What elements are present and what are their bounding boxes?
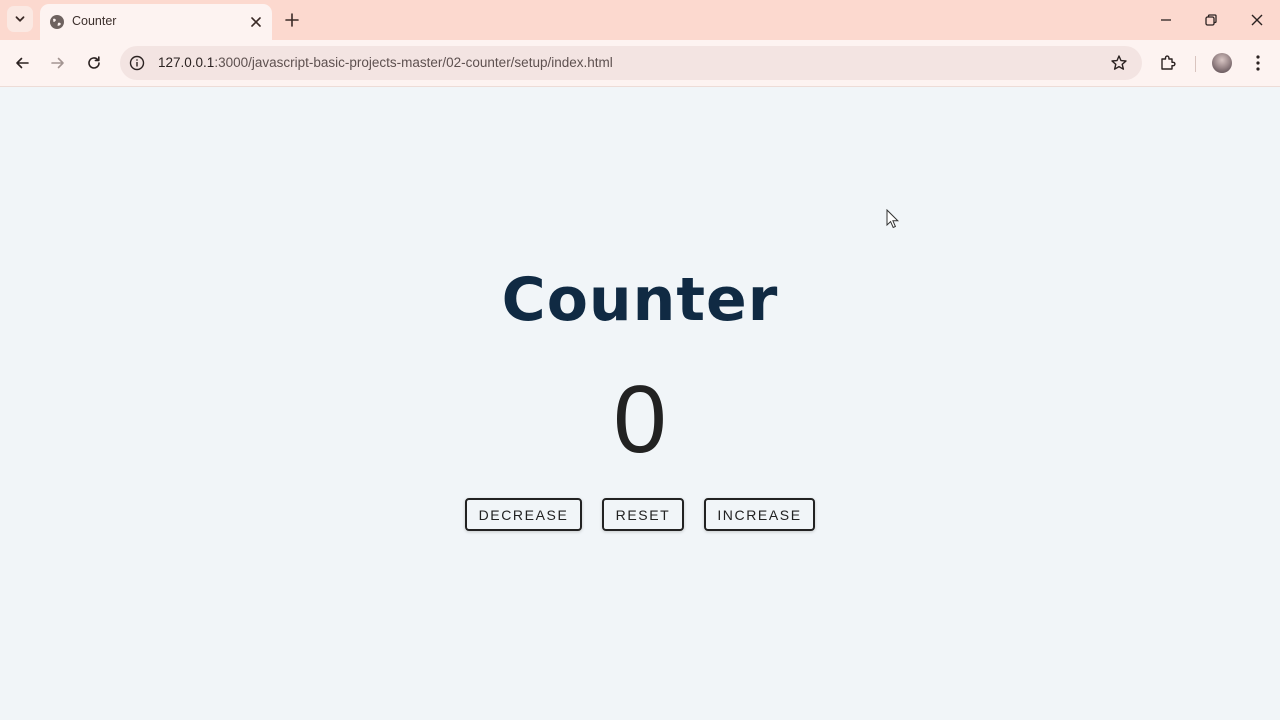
tab-title: Counter [72, 14, 117, 28]
tab-bar: Counter [0, 0, 1280, 40]
forward-button[interactable] [47, 52, 69, 74]
decrease-button[interactable]: decrease [465, 498, 582, 531]
mouse-cursor-icon [886, 209, 900, 229]
puzzle-icon[interactable] [1158, 53, 1178, 73]
button-container: decrease reset increase [0, 498, 1280, 531]
globe-icon [50, 15, 64, 29]
minimize-button[interactable] [1154, 8, 1178, 32]
restore-icon [1205, 14, 1217, 26]
avatar[interactable] [1212, 53, 1232, 73]
kebab-menu-icon[interactable] [1250, 53, 1266, 73]
reload-icon [88, 56, 100, 69]
counter-value: 0 [613, 366, 667, 473]
close-icon[interactable] [248, 14, 264, 30]
tab-search-button[interactable] [7, 6, 33, 32]
chevron-down-icon [15, 16, 25, 22]
increase-button[interactable]: increase [704, 498, 815, 531]
star-icon[interactable] [1110, 54, 1128, 72]
url-text[interactable]: 127.0.0.1:3000/javascript-basic-projects… [158, 55, 613, 70]
restore-button[interactable] [1199, 8, 1223, 32]
close-window-button[interactable] [1245, 8, 1269, 32]
reset-button[interactable]: reset [602, 498, 684, 531]
url-path: :3000/javascript-basic-projects-master/0… [214, 55, 613, 70]
plus-icon[interactable] [282, 10, 302, 30]
url-host: 127.0.0.1 [158, 55, 215, 70]
tab-counter[interactable]: Counter [40, 4, 272, 40]
back-button[interactable] [11, 52, 33, 74]
toolbar-divider [1195, 56, 1196, 72]
browser-toolbar: 127.0.0.1:3000/javascript-basic-projects… [0, 40, 1280, 87]
back-arrow-icon [16, 57, 29, 69]
info-icon[interactable] [129, 55, 145, 71]
minimize-icon [1161, 19, 1171, 21]
address-bar[interactable]: 127.0.0.1:3000/javascript-basic-projects… [120, 46, 1142, 80]
page-title: Counter [501, 265, 779, 335]
reload-button[interactable] [83, 52, 105, 74]
page-content: Counter 0 decrease reset increase [0, 87, 1280, 720]
close-icon [1251, 14, 1263, 26]
forward-arrow-icon [51, 57, 64, 69]
